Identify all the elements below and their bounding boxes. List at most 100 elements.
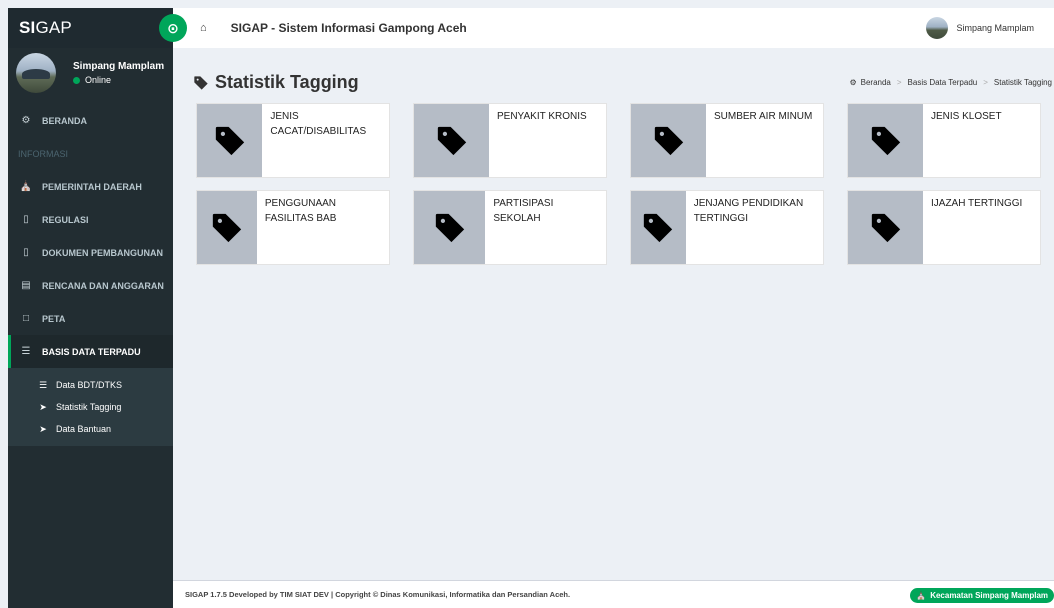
sidebar-item-label: REGULASI (42, 214, 89, 225)
tag-icon (215, 126, 244, 155)
card-icon-box (631, 191, 686, 264)
submenu-item-label: Statistik Tagging (56, 402, 122, 412)
submenu-item-label: Data BDT/DTKS (56, 380, 123, 390)
card-label: IJAZAH TERTINGGI (931, 198, 1023, 209)
sidebar-item-label: PETA (42, 313, 66, 324)
sidebar-item-rencana[interactable]: ▤ RENCANA DAN ANGGARAN (8, 269, 173, 302)
book-icon: ▯ (23, 247, 29, 258)
sidebar-item-pemerintah[interactable]: ⛪ PEMERINTAH DAERAH (8, 170, 173, 203)
tag-card[interactable]: IJAZAH TERTINGGI (847, 190, 1041, 265)
sidebar-item-label: RENCANA DAN ANGGARAN (42, 280, 164, 291)
sidebar-menu: ⚙ BERANDA INFORMASI ⛪ PEMERINTAH DAERAH … (8, 104, 173, 446)
submenu-basis-data: ☰ Data BDT/DTKS ➤ Statistik Tagging ➤ Da… (8, 368, 173, 446)
card-label: JENJANG PENDIDIKAN TERTINGGI (693, 198, 804, 224)
breadcrumb-separator: > (983, 78, 988, 87)
dashboard-icon: ⚙ (849, 78, 857, 87)
card-icon-box (848, 104, 923, 177)
submenu-item-label: Data Bantuan (56, 424, 112, 434)
tag-card[interactable]: JENJANG PENDIDIKAN TERTINGGI (630, 190, 824, 265)
online-dot-icon (73, 76, 80, 84)
tag-card[interactable]: JENIS CACAT/DISABILITAS (196, 103, 390, 178)
sidebar-item-label: BERANDA (42, 115, 87, 126)
card-label: SUMBER AIR MINUM (714, 111, 813, 122)
institution-icon: ⛪ (19, 181, 33, 192)
circle-arrow-icon: ⊙ (167, 19, 179, 36)
breadcrumb-current: Statistik Tagging (993, 78, 1052, 87)
tag-card[interactable]: PENGGUNAAN FASILITAS BAB (196, 190, 390, 265)
card-icon-box (414, 104, 489, 177)
user-status-label: Online (85, 75, 112, 85)
submenu-item-tagging[interactable]: ➤ Statistik Tagging (8, 396, 173, 418)
submenu-item-bdt[interactable]: ☰ Data BDT/DTKS (8, 374, 173, 396)
user-menu-name: Simpang Mamplam (956, 23, 1034, 33)
tag-icon (871, 126, 900, 155)
tag-card[interactable]: PARTISIPASI SEKOLAH (413, 190, 607, 265)
tag-icon (194, 75, 208, 90)
home-icon[interactable]: ⌂ (200, 22, 207, 34)
map-icon: □ (22, 313, 30, 324)
card-icon-box (197, 104, 263, 177)
kecamatan-badge-label: Kecamatan Simpang Mamplam (930, 591, 1048, 600)
user-name: Simpang Mamplam (73, 61, 165, 72)
logo-thin: GAP (35, 18, 72, 37)
logo-bold: SI (19, 18, 36, 37)
content-header: Statistik Tagging ⚙ Beranda > Basis Data… (193, 72, 1054, 96)
footer-copyright: SIGAP 1.7.5 Developed by TIM SIAT DEV | … (185, 590, 571, 599)
top-bar: ⊙ ⌂ SIGAP - Sistem Informasi Gampong Ace… (159, 8, 1054, 48)
avatar (926, 17, 949, 39)
card-label: JENIS KLOSET (931, 111, 1002, 122)
breadcrumb-separator: > (896, 78, 902, 87)
tag-icon (435, 213, 464, 242)
sidebar-item-beranda[interactable]: ⚙ BERANDA (8, 104, 173, 137)
submenu-item-bantuan[interactable]: ➤ Data Bantuan (8, 418, 173, 440)
database-icon: ☰ (38, 379, 48, 390)
file-icon: ▤ (21, 280, 31, 291)
sidebar-item-basis-data[interactable]: ☰ BASIS DATA TERPADU (8, 335, 173, 368)
tag-icon: ➤ (39, 401, 47, 412)
tag-icon (871, 213, 900, 242)
tag-icon (654, 126, 683, 155)
sidebar-item-peta[interactable]: □ PETA (8, 302, 173, 335)
app-logo[interactable]: SI GAP (8, 8, 173, 48)
card-label: PENGGUNAAN FASILITAS BAB (264, 198, 337, 224)
footer: SIGAP 1.7.5 Developed by TIM SIAT DEV | … (173, 580, 1054, 608)
app-title: SIGAP - Sistem Informasi Gampong Aceh (230, 21, 467, 35)
database-icon: ☰ (21, 346, 31, 357)
card-label: PARTISIPASI SEKOLAH (493, 198, 554, 224)
breadcrumb-parent[interactable]: Basis Data Terpadu (908, 78, 978, 87)
tag-icon (644, 213, 673, 242)
breadcrumb-home[interactable]: Beranda (861, 78, 891, 87)
tag-icon: ➤ (39, 423, 47, 434)
sidebar-item-regulasi[interactable]: ▯ REGULASI (8, 203, 173, 236)
card-label: PENYAKIT KRONIS (497, 111, 587, 122)
tag-card[interactable]: PENYAKIT KRONIS (413, 103, 607, 178)
tagging-cards: JENIS CACAT/DISABILITAS PENYAKIT KRONIS … (196, 103, 1042, 265)
page-title-text: Statistik Tagging (215, 72, 359, 92)
tag-card[interactable]: JENIS KLOSET (847, 103, 1041, 178)
institution-icon: ⛪ (916, 591, 927, 600)
sidebar-item-label: DOKUMEN PEMBANGUNAN (42, 247, 163, 258)
user-panel: Simpang Mamplam Online (8, 48, 173, 98)
card-icon-box (848, 191, 923, 264)
card-label: JENIS CACAT/DISABILITAS (270, 111, 367, 137)
sidebar-item-dokumen[interactable]: ▯ DOKUMEN PEMBANGUNAN (8, 236, 173, 269)
avatar (16, 53, 56, 93)
breadcrumb: ⚙ Beranda > Basis Data Terpadu > Statist… (849, 78, 1052, 87)
tag-card[interactable]: SUMBER AIR MINUM (630, 103, 824, 178)
kecamatan-badge: ⛪ Kecamatan Simpang Mamplam (910, 588, 1054, 603)
card-icon-box (197, 191, 257, 264)
sidebar-header-informasi: INFORMASI (18, 148, 69, 159)
user-menu[interactable]: Simpang Mamplam (926, 17, 1034, 39)
tag-icon (437, 126, 466, 155)
tag-icon (212, 213, 242, 242)
card-icon-box (414, 191, 486, 264)
sidebar-item-label: PEMERINTAH DAERAH (42, 181, 142, 192)
dashboard-icon: ⚙ (21, 115, 31, 126)
book-icon: ▯ (23, 214, 29, 225)
page-title: Statistik Tagging (193, 72, 359, 93)
sidebar: SI GAP Simpang Mamplam Online ⚙ BERANDA I… (8, 8, 173, 608)
user-status: Online (73, 75, 164, 85)
sidebar-item-label: BASIS DATA TERPADU (42, 346, 141, 357)
sidebar-toggle-button[interactable]: ⊙ (159, 14, 187, 42)
card-icon-box (631, 104, 706, 177)
